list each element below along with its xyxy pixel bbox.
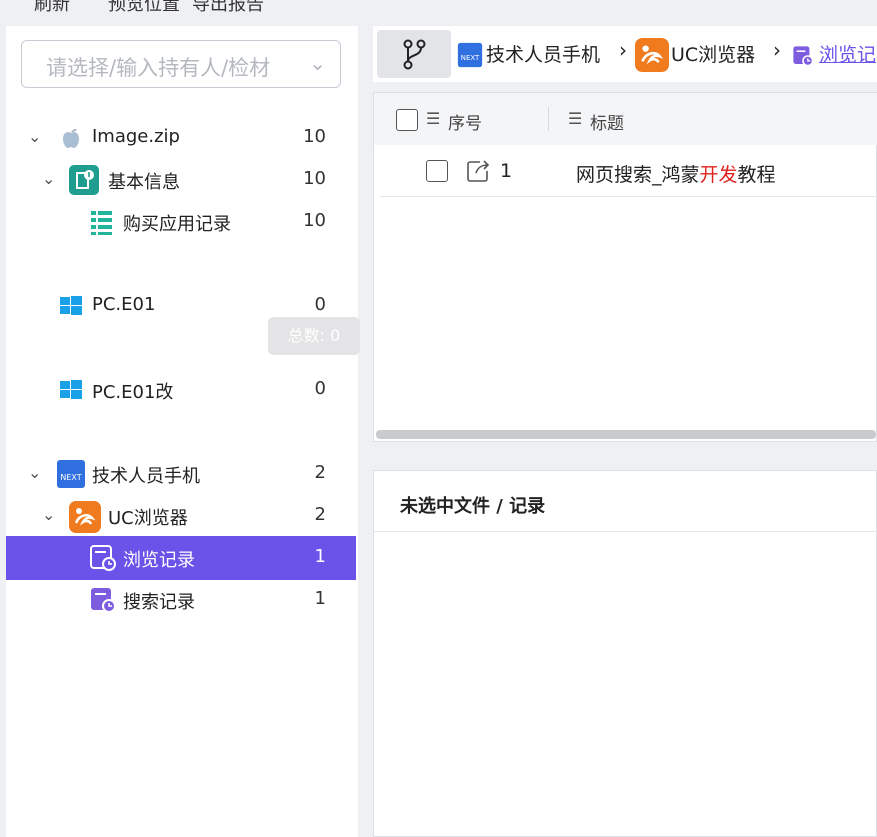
history-icon [88, 585, 118, 615]
tree-node-count: 0 [314, 294, 326, 315]
top-toolbar: 刷新 预览位置 导出报告 [0, 0, 877, 26]
tree-node-label: UC浏览器 [108, 508, 188, 529]
horizontal-scrollbar[interactable] [376, 430, 876, 439]
detail-panel: 未选中文件 / 记录 [373, 470, 877, 837]
tree-node-tech-phone[interactable]: ⌄ NEXT 技术人员手机 2 [6, 452, 356, 496]
records-table: ☰ 序号 ☰ 标题 1 网页搜索_鸿蒙开发教程 [373, 92, 877, 442]
tree-node-count: 0 [314, 378, 326, 399]
refresh-button[interactable]: 刷新 [34, 0, 70, 16]
tree-node-label: 基本信息 [108, 172, 180, 193]
select-all-checkbox[interactable] [396, 109, 418, 131]
branch-icon [403, 39, 426, 70]
list-icon [88, 207, 118, 237]
tree-node-count: 2 [314, 504, 326, 525]
tree-node-count: 2 [314, 462, 326, 483]
windows-icon [56, 375, 86, 405]
tree-node-count: 1 [314, 546, 326, 567]
open-external-icon[interactable] [464, 157, 492, 189]
tree-node-basic-info[interactable]: ⌄ 基本信息 10 [6, 158, 356, 202]
evidence-tree-sidebar: 请选择/输入持有人/检材 ⌄ ⌄ Image.zip 10 ⌄ 基本信息 10 … [6, 26, 358, 837]
tree-node-label: PC.E01改 [92, 382, 174, 403]
tree-node-label: 购买应用记录 [123, 214, 231, 235]
tree-node-label: 技术人员手机 [92, 466, 200, 487]
uc-browser-icon [69, 501, 101, 533]
preview-location-button[interactable]: 预览位置 [108, 0, 180, 16]
chevron-down-icon[interactable]: ⌄ [42, 505, 55, 524]
chevron-down-icon[interactable]: ⌄ [42, 169, 55, 188]
column-divider [548, 107, 549, 131]
detail-title: 未选中文件 / 记录 [400, 496, 546, 517]
phone-next-icon: NEXT [56, 459, 86, 489]
tree-node-count: 10 [303, 126, 326, 147]
chevron-down-icon[interactable]: ⌄ [28, 463, 41, 482]
row-title-part: 网页搜索_鸿蒙 [576, 164, 700, 186]
tree-node-pc-e01-modified[interactable]: PC.E01改 0 [6, 368, 356, 412]
column-header-index[interactable]: 序号 [448, 109, 482, 134]
column-menu-icon[interactable]: ☰ [568, 109, 582, 128]
branch-toggle-button[interactable] [377, 30, 451, 78]
table-row[interactable]: 1 网页搜索_鸿蒙开发教程 [380, 147, 877, 197]
detail-divider [374, 531, 877, 532]
column-header-title[interactable]: 标题 [590, 109, 624, 134]
row-title: 网页搜索_鸿蒙开发教程 [576, 160, 776, 187]
history-icon [791, 44, 815, 72]
tree-node-label: Image.zip [92, 126, 180, 147]
row-title-highlight: 开发 [699, 164, 738, 186]
tree-node-search-history[interactable]: 搜索记录 1 [6, 578, 356, 622]
svg-text:NEXT: NEXT [60, 473, 81, 482]
tree-node-count: 10 [303, 168, 326, 189]
row-index: 1 [500, 160, 513, 182]
breadcrumb: NEXT 技术人员手机 › UC浏览器 › 浏览记 [373, 26, 877, 82]
basic-info-icon [69, 165, 99, 195]
tree-node-browse-history[interactable]: 浏览记录 1 [6, 536, 356, 580]
tree-node-label: 搜索记录 [123, 592, 195, 613]
tree-node-label: 浏览记录 [123, 550, 195, 571]
breadcrumb-item-uc-browser[interactable]: UC浏览器 [671, 40, 755, 67]
tree-node-image-zip[interactable]: ⌄ Image.zip 10 [6, 116, 356, 160]
column-menu-icon[interactable]: ☰ [426, 109, 440, 128]
tree-node-count: 1 [314, 588, 326, 609]
filter-placeholder: 请选择/输入持有人/检材 [46, 56, 271, 80]
table-header: ☰ 序号 ☰ 标题 [374, 93, 877, 145]
chevron-down-icon: ⌄ [309, 51, 326, 75]
tree-node-count: 10 [303, 210, 326, 231]
breadcrumb-item-browse-history[interactable]: 浏览记 [819, 40, 876, 67]
tree-node-label: PC.E01 [92, 294, 156, 315]
phone-next-icon: NEXT [457, 42, 483, 72]
apple-icon [56, 123, 86, 153]
uc-browser-icon [635, 38, 669, 76]
tree-node-uc-browser[interactable]: ⌄ UC浏览器 2 [6, 494, 356, 538]
total-count-tooltip: 总数: 0 [268, 317, 360, 355]
chevron-down-icon[interactable]: ⌄ [28, 127, 41, 146]
holder-filter-select[interactable]: 请选择/输入持有人/检材 ⌄ [21, 40, 341, 88]
windows-icon [56, 291, 86, 321]
breadcrumb-separator: › [619, 38, 627, 62]
tree-node-purchase-records[interactable]: 购买应用记录 10 [6, 200, 356, 244]
breadcrumb-separator: › [773, 38, 781, 62]
history-icon [88, 543, 118, 573]
svg-text:NEXT: NEXT [461, 54, 480, 62]
breadcrumb-item-tech-phone[interactable]: 技术人员手机 [486, 40, 600, 67]
export-report-button[interactable]: 导出报告 [192, 0, 264, 16]
row-checkbox[interactable] [426, 160, 448, 182]
row-title-part: 教程 [737, 164, 776, 186]
